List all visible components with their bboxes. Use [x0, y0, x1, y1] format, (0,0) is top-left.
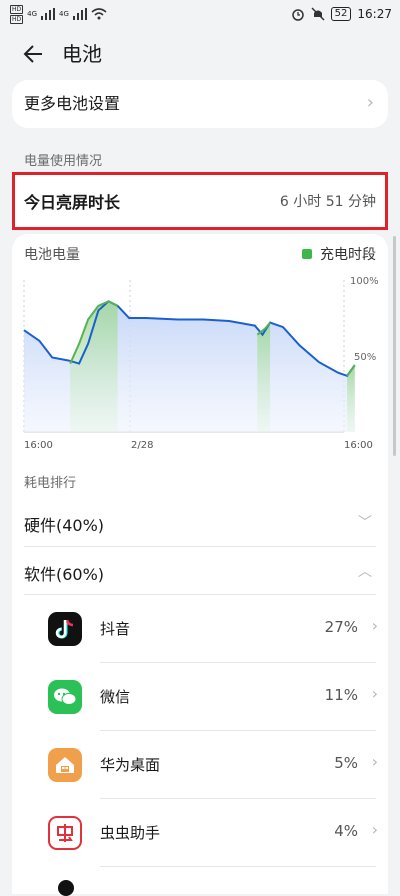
douyin-icon: [55, 619, 74, 639]
divider: [100, 798, 376, 799]
x-tick-label: 16:00: [344, 440, 373, 451]
app-name: 微信: [100, 688, 131, 706]
chart-legend: 充电时段: [302, 244, 376, 264]
chevron-right-icon: ›: [366, 92, 374, 113]
screen-time-label: 今日亮屏时长: [24, 193, 121, 212]
status-right: 52 16:27: [291, 5, 392, 23]
scrollbar[interactable]: [393, 236, 396, 456]
chongchong-icon: [57, 824, 73, 842]
chevron-right-icon: ›: [371, 684, 378, 703]
chevron-up-icon: ︿: [358, 564, 372, 580]
signal-icon: [41, 8, 56, 20]
x-tick-label: 16:00: [24, 440, 53, 451]
more-settings-label: 更多电池设置: [24, 94, 121, 113]
app-percent: 11%: [324, 686, 358, 704]
chevron-down-icon: ﹀: [358, 515, 372, 531]
app-name: 抖音: [100, 620, 131, 638]
chevron-right-icon: ›: [371, 616, 378, 635]
divider: [100, 662, 376, 663]
network-type: 4G: [59, 10, 69, 18]
alarm-icon: [291, 9, 304, 21]
signal-icon: [72, 8, 87, 20]
app-row-wechat[interactable]: 微信 11% ›: [48, 664, 378, 732]
usage-section-title: 电量使用情况: [24, 154, 103, 169]
divider: [24, 546, 376, 547]
app-name: 虫虫助手: [100, 824, 161, 842]
screen-time-value: 6 小时 51 分钟: [279, 194, 376, 210]
chongchong-icon: [48, 816, 82, 850]
battery-detail-card: 电池电量 充电时段 100% 50% 16:00 2/28 16:00 耗电排行: [12, 234, 388, 896]
charging-area: [70, 301, 118, 432]
software-row[interactable]: 软件(60%) ︿: [24, 549, 376, 597]
divider: [100, 866, 376, 867]
back-button[interactable]: [20, 40, 48, 68]
hardware-label: 硬件(40%): [24, 516, 105, 535]
charging-swatch: [302, 249, 312, 259]
screen-time-row[interactable]: 今日亮屏时长 6 小时 51 分钟: [12, 172, 388, 230]
page-title: 电池: [62, 42, 102, 66]
chevron-right-icon: ›: [371, 820, 378, 839]
app-percent: 4%: [334, 822, 358, 840]
divider: [100, 730, 376, 731]
signal-area: HD HD 4G 4G: [10, 4, 107, 24]
app-row-chongchong[interactable]: 虫虫助手 4% ›: [48, 800, 378, 868]
app-row-huawei-home[interactable]: 华为桌面 5% ›: [48, 732, 378, 800]
software-label: 软件(60%): [24, 565, 105, 584]
more-battery-settings[interactable]: 更多电池设置 ›: [12, 80, 388, 128]
chevron-right-icon: ›: [371, 752, 378, 771]
app-percent: 27%: [324, 618, 358, 636]
next-app-icon: [58, 880, 74, 896]
ranking-title: 耗电排行: [24, 476, 77, 491]
home-icon: [56, 757, 74, 773]
back-arrow-icon: [23, 45, 42, 63]
wechat-icon: [48, 680, 82, 714]
app-row-douyin[interactable]: 抖音 27% ›: [48, 596, 378, 664]
app-percent: 5%: [334, 754, 358, 772]
hd-indicator: HD HD: [10, 4, 24, 24]
charging-area: [257, 322, 271, 432]
app-name: 华为桌面: [100, 756, 161, 774]
battery-chart-title: 电池电量: [24, 247, 80, 263]
legend-label: 充电时段: [320, 247, 376, 263]
home-icon: [48, 748, 82, 782]
mute-icon: [311, 7, 325, 21]
douyin-icon: [48, 612, 82, 646]
battery-level-chart: 100% 50% 16:00 2/28 16:00: [23, 276, 379, 451]
hd-label: HD: [10, 4, 24, 14]
hardware-row[interactable]: 硬件(40%) ﹀: [24, 500, 376, 548]
network-type: 4G: [27, 10, 38, 18]
wifi-icon: [91, 8, 107, 20]
status-bar: HD HD 4G 4G 52 16:27: [0, 0, 400, 28]
divider: [24, 594, 376, 595]
hd-label: HD: [10, 14, 24, 24]
y-tick-label: 100%: [350, 276, 379, 287]
battery-level: 52: [330, 7, 352, 21]
y-tick-label: 50%: [354, 352, 376, 363]
wechat-icon: [54, 688, 77, 705]
x-tick-label: 2/28: [131, 440, 153, 451]
clock: 16:27: [357, 7, 392, 21]
